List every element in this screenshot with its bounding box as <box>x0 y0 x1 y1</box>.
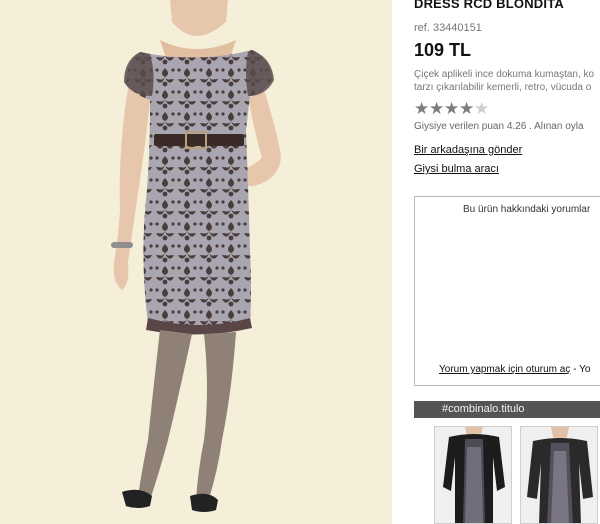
star-icon[interactable]: ★ <box>444 100 459 117</box>
product-info-panel: DRESS RCD BLONDITA ref. 33440151 109 TL … <box>414 0 600 524</box>
login-to-comment-link[interactable]: Yorum yapmak için oturum aç <box>439 364 570 375</box>
combination-header: #combinalo.titulo <box>414 401 600 418</box>
star-icon[interactable]: ★ <box>474 100 489 117</box>
jacket-outfit-image <box>435 427 511 523</box>
product-title: DRESS RCD BLONDITA <box>414 0 564 11</box>
product-photo <box>0 0 392 524</box>
description-line: tarzı çıkarılabilir kemerli, retro, vücu… <box>414 82 592 93</box>
product-description: Çiçek aplikeli ince dokuma kumaştan, ko … <box>414 68 600 94</box>
model-illustration <box>111 0 281 512</box>
star-icon[interactable]: ★ <box>414 100 429 117</box>
rating-text: Giysiye verilen puan 4.26 . Alınan oyla <box>414 121 584 132</box>
product-reference: ref. 33440151 <box>414 22 482 34</box>
product-price: 109 TL <box>414 40 472 60</box>
blazer-outfit-image <box>521 427 597 523</box>
comments-title: Bu ürün hakkındaki yorumlar <box>463 204 591 215</box>
combination-thumbnail[interactable] <box>520 426 598 524</box>
star-icon[interactable]: ★ <box>429 100 444 117</box>
comments-login: Yorum yapmak için oturum aç - Yo <box>439 364 590 375</box>
comments-box: Bu ürün hakkındaki yorumlar Yorum yapmak… <box>414 196 600 386</box>
combination-thumbnail[interactable] <box>434 426 512 524</box>
description-line: Çiçek aplikeli ince dokuma kumaştan, ko <box>414 69 595 80</box>
login-suffix: - Yo <box>570 364 591 375</box>
rating-stars[interactable]: ★ ★ ★ ★ ★ <box>414 100 489 120</box>
garment-finder-link[interactable]: Giysi bulma aracı <box>414 163 499 175</box>
star-icon[interactable]: ★ <box>459 100 474 117</box>
send-to-friend-link[interactable]: Bir arkadaşına gönder <box>414 144 522 156</box>
